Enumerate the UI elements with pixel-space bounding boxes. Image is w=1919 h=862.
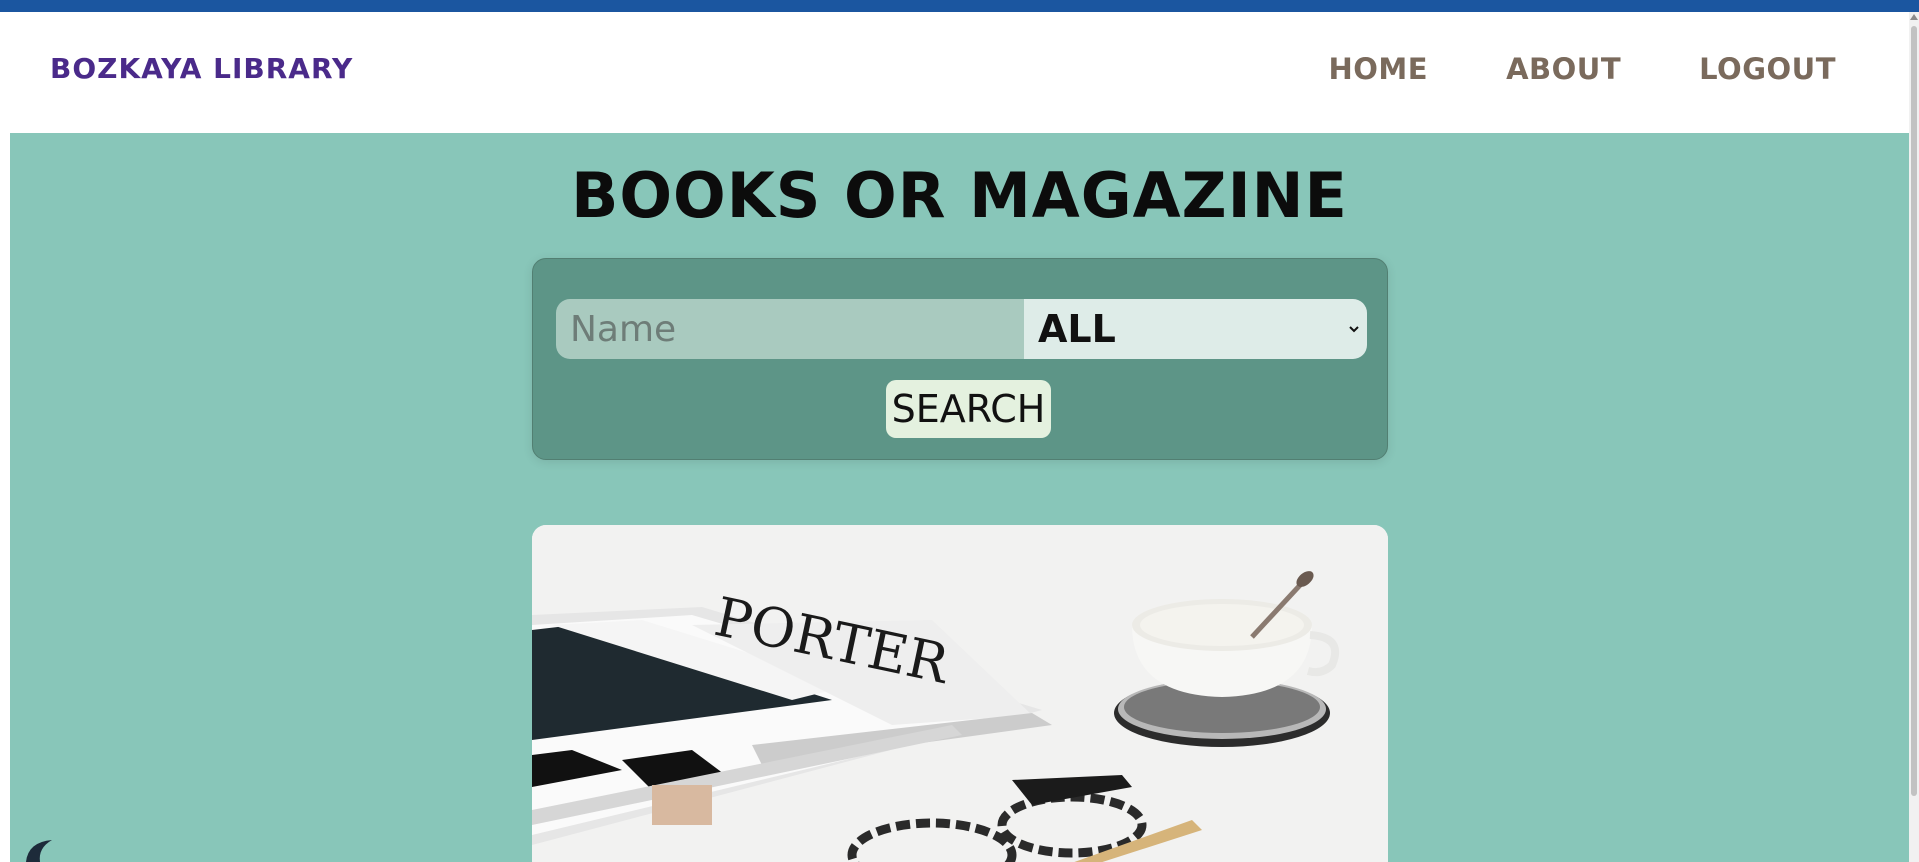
- search-button[interactable]: SEARCH: [886, 380, 1051, 438]
- scrollbar-thumb[interactable]: [1911, 26, 1917, 796]
- top-accent-bar: [0, 0, 1919, 12]
- type-select-value: ALL: [1038, 307, 1116, 351]
- main-nav: HOME ABOUT LOGOUT: [1328, 52, 1836, 86]
- nav-home-link[interactable]: HOME: [1328, 52, 1428, 86]
- search-row: ALL: [556, 299, 1367, 359]
- scroll-up-arrow-icon[interactable]: [1910, 14, 1918, 20]
- brand-logo[interactable]: BOZKAYA LIBRARY: [50, 52, 353, 85]
- type-select[interactable]: ALL: [1024, 299, 1367, 359]
- chevron-down-icon: [1349, 326, 1359, 333]
- nav-logout-link[interactable]: LOGOUT: [1699, 52, 1836, 86]
- name-input[interactable]: [556, 299, 1024, 359]
- hero-image: PORTER: [532, 525, 1388, 862]
- main-content: BOOKS OR MAGAZINE ALL SEARCH PORTER: [10, 133, 1909, 862]
- vertical-scrollbar[interactable]: [1909, 12, 1919, 862]
- search-form: ALL SEARCH: [532, 258, 1388, 460]
- header: BOZKAYA LIBRARY HOME ABOUT LOGOUT: [10, 12, 1909, 133]
- page-title: BOOKS OR MAGAZINE: [571, 159, 1348, 232]
- nav-about-link[interactable]: ABOUT: [1506, 52, 1621, 86]
- decorative-corner-icon: [26, 840, 52, 862]
